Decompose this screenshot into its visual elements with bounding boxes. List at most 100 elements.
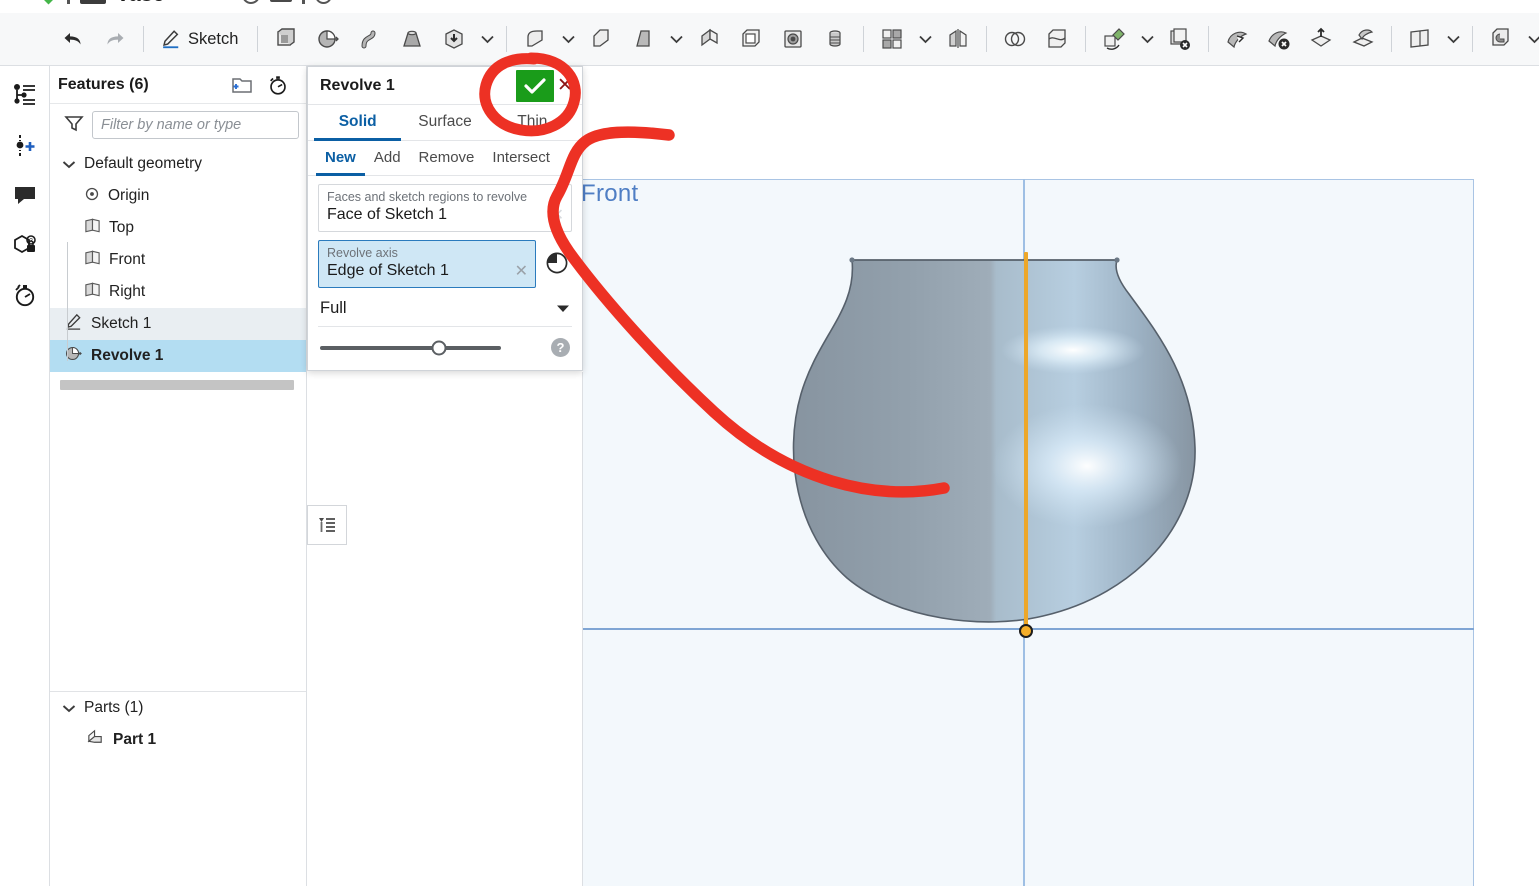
tab-surface[interactable]: Surface	[401, 105, 488, 141]
document-titlebar: Vase Main	[0, 0, 1539, 13]
revolve-dialog-body: Faces and sketch regions to revolve Face…	[308, 176, 582, 370]
sketch-button[interactable]: Sketch	[151, 18, 250, 60]
versions-icon[interactable]	[269, 0, 292, 2]
tree-item-front-plane[interactable]: Front	[50, 244, 306, 276]
draft-icon[interactable]	[622, 18, 664, 60]
revolve-axis-field[interactable]: Revolve axis Edge of Sketch 1 ✕	[318, 240, 536, 288]
export-icon[interactable]	[1342, 18, 1384, 60]
extrude-icon[interactable]	[265, 18, 307, 60]
feature-list-icon[interactable]	[6, 78, 44, 112]
share-icon[interactable]	[241, 0, 260, 4]
thread-icon[interactable]	[814, 18, 856, 60]
mirror-icon[interactable]	[937, 18, 979, 60]
chamfer-icon[interactable]	[580, 18, 622, 60]
import-icon[interactable]	[1300, 18, 1342, 60]
parts-header[interactable]: Parts (1)	[50, 692, 306, 724]
help-icon[interactable]: ?	[551, 338, 570, 357]
features-horizontal-scrollbar[interactable]	[60, 380, 294, 390]
boolean-icon[interactable]	[994, 18, 1036, 60]
onshape-window: Vase Main Sketch	[0, 0, 1539, 886]
sketch-label: Sketch	[188, 29, 239, 48]
new-folder-icon[interactable]	[228, 71, 256, 99]
revolve-axis-icon[interactable]	[542, 248, 572, 278]
part-permissions-icon[interactable]: ?	[6, 228, 44, 262]
tree-item-label: Default geometry	[84, 155, 203, 172]
chevron-down-icon[interactable]	[475, 18, 499, 60]
revolve-depth-selector[interactable]: Full	[318, 294, 572, 327]
chevron-down-icon[interactable]	[556, 18, 580, 60]
document-icon	[80, 0, 106, 4]
viewport-left-gutter	[307, 372, 583, 886]
chevron-down-icon[interactable]	[62, 160, 76, 169]
filter-input[interactable]	[92, 111, 299, 139]
redo-button[interactable]	[94, 18, 136, 60]
workspace-name[interactable]: Main	[175, 0, 212, 5]
op-intersect[interactable]: Intersect	[483, 141, 559, 176]
transform-icon[interactable]	[1093, 18, 1135, 60]
close-icon[interactable]: ✕	[554, 70, 576, 102]
view-list-icon[interactable]	[307, 505, 347, 545]
tree-item-sketch-1[interactable]: Sketch 1	[50, 308, 306, 340]
revolve-angle-slider[interactable]	[320, 340, 501, 355]
features-panel: Features (6) Default geometry	[50, 66, 307, 886]
main-toolbar: Sketch	[0, 13, 1539, 66]
chevron-down-icon[interactable]	[664, 18, 688, 60]
accept-button[interactable]	[516, 69, 554, 102]
shell-icon[interactable]	[730, 18, 772, 60]
thicken-icon[interactable]	[433, 18, 475, 60]
chevron-down-icon[interactable]	[62, 704, 76, 713]
parts-item-part-1[interactable]: Part 1	[50, 724, 306, 756]
rib-icon[interactable]	[688, 18, 730, 60]
filter-icon[interactable]	[64, 113, 84, 138]
revolve-axis-line[interactable]	[1024, 252, 1028, 630]
chevron-down-icon[interactable]	[1441, 18, 1465, 60]
split-icon[interactable]	[1036, 18, 1078, 60]
pattern-icon[interactable]	[871, 18, 913, 60]
toolbar-divider-5	[986, 26, 988, 52]
caret-down-icon[interactable]	[556, 300, 570, 318]
clear-icon[interactable]: ✕	[551, 208, 564, 224]
chevron-down-icon[interactable]	[1135, 18, 1159, 60]
faces-field-label: Faces and sketch regions to revolve	[327, 190, 528, 204]
comments-icon[interactable]	[6, 178, 44, 212]
toolbar-divider-1	[143, 26, 144, 52]
op-add[interactable]: Add	[365, 141, 410, 176]
revolve-dialog-header: Revolve 1 ✕	[308, 67, 582, 105]
clear-icon[interactable]: ✕	[515, 264, 528, 280]
tab-solid[interactable]: Solid	[314, 105, 402, 141]
move-face-icon[interactable]	[1216, 18, 1258, 60]
tab-thin[interactable]: Thin	[489, 105, 576, 141]
chevron-down-icon[interactable]	[1522, 18, 1539, 60]
delete-part-icon[interactable]	[1159, 18, 1201, 60]
faces-to-revolve-field[interactable]: Faces and sketch regions to revolve Face…	[318, 184, 572, 232]
search-icon[interactable]	[311, 0, 336, 8]
revolve-angle-slider-row: ?	[318, 327, 572, 370]
hole-icon[interactable]	[772, 18, 814, 60]
revolve-axis-row: Revolve axis Edge of Sketch 1 ✕	[318, 240, 572, 294]
origin-point[interactable]	[1019, 624, 1033, 638]
tree-item-top-plane[interactable]: Top	[50, 212, 306, 244]
loft-icon[interactable]	[391, 18, 433, 60]
viewport-3d[interactable]: Front	[583, 66, 1539, 886]
derive-icon[interactable]	[1480, 18, 1522, 60]
features-empty-space	[50, 390, 306, 691]
revolve-icon[interactable]	[307, 18, 349, 60]
sweep-icon[interactable]	[349, 18, 391, 60]
tree-item-origin[interactable]: Origin	[50, 180, 306, 212]
tree-item-right-plane[interactable]: Right	[50, 276, 306, 308]
op-new[interactable]: New	[316, 141, 365, 176]
undo-button[interactable]	[52, 18, 94, 60]
rollback-timer-icon[interactable]	[264, 71, 292, 99]
chevron-down-icon[interactable]	[913, 18, 937, 60]
op-remove[interactable]: Remove	[410, 141, 484, 176]
delete-face-icon[interactable]	[1258, 18, 1300, 60]
tree-item-revolve-1[interactable]: Revolve 1	[50, 340, 306, 372]
tree-item-default-geometry[interactable]: Default geometry	[50, 148, 306, 180]
add-feature-icon[interactable]	[6, 128, 44, 162]
slider-handle[interactable]	[431, 340, 447, 355]
history-icon[interactable]	[6, 278, 44, 312]
fillet-icon[interactable]	[514, 18, 556, 60]
document-name[interactable]: Vase	[116, 0, 165, 7]
axis-field-label: Revolve axis	[327, 246, 398, 260]
plane-icon[interactable]	[1399, 18, 1441, 60]
